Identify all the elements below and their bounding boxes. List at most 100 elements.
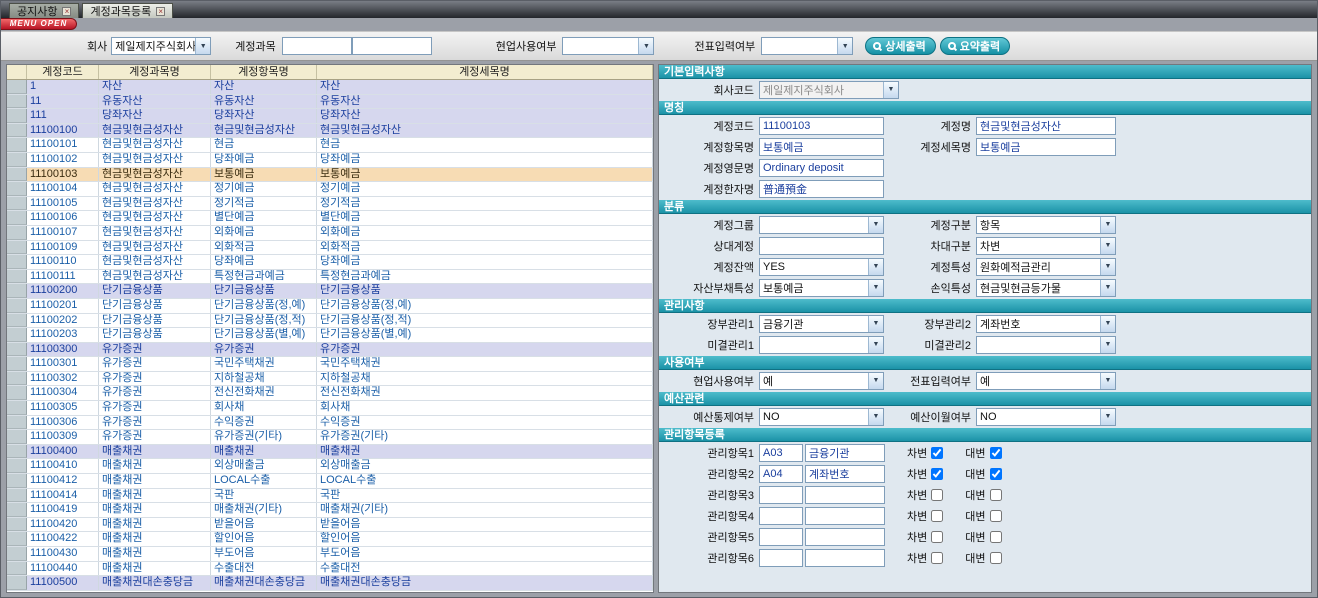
row-selector[interactable]: [7, 168, 27, 182]
row-selector[interactable]: [7, 182, 27, 196]
row-selector[interactable]: [7, 474, 27, 488]
row-selector[interactable]: [7, 211, 27, 225]
field-use-select[interactable]: ▼: [562, 37, 654, 55]
table-row[interactable]: 11100101현금및현금성자산현금현금: [7, 138, 653, 153]
row-selector[interactable]: [7, 197, 27, 211]
dropdown-arrow-icon[interactable]: ▼: [883, 82, 898, 98]
row-selector[interactable]: [7, 284, 27, 298]
row-selector[interactable]: [7, 416, 27, 430]
mgmt-item2-credit-checkbox[interactable]: [990, 468, 1002, 480]
tab-notice[interactable]: 공지사항 ×: [9, 3, 79, 18]
mgmt-item5-credit-checkbox[interactable]: [990, 531, 1002, 543]
company-select[interactable]: 제일제지주식회사 ▼: [111, 37, 211, 55]
row-selector[interactable]: [7, 138, 27, 152]
row-selector[interactable]: [7, 241, 27, 255]
column-header[interactable]: 계정세목명: [317, 65, 653, 79]
table-row[interactable]: 11100500매출채권대손충당금매출채권대손충당금매출채권대손충당금: [7, 576, 653, 591]
dropdown-arrow-icon[interactable]: ▼: [868, 259, 883, 275]
table-row[interactable]: 11100106현금및현금성자산별단예금별단예금: [7, 211, 653, 226]
mgmt-item3-credit-checkbox[interactable]: [990, 489, 1002, 501]
mgmt-item1-debit-checkbox[interactable]: [931, 447, 943, 459]
table-row[interactable]: 11100110현금및현금성자산당좌예금당좌예금: [7, 255, 653, 270]
row-selector[interactable]: [7, 80, 27, 94]
dropdown-arrow-icon[interactable]: ▼: [1100, 259, 1115, 275]
row-selector[interactable]: [7, 372, 27, 386]
table-row[interactable]: 11100304유가증권전신전화채권전신전화채권: [7, 386, 653, 401]
dropdown-arrow-icon[interactable]: ▼: [1100, 238, 1115, 254]
profit-loss-attribute-select[interactable]: 현금및현금등가물▼: [976, 279, 1116, 297]
account-english-name-input[interactable]: [759, 159, 884, 177]
row-selector[interactable]: [7, 226, 27, 240]
pending-mgmt1-select[interactable]: ▼: [759, 336, 884, 354]
mgmt-item5-name-input[interactable]: [805, 528, 885, 546]
table-row[interactable]: 11100200단기금융상품단기금융상품단기금융상품: [7, 284, 653, 299]
menu-open-button[interactable]: MENU OPEN: [1, 18, 77, 30]
account-code-filter-input[interactable]: [282, 37, 352, 55]
row-selector[interactable]: [7, 314, 27, 328]
mgmt-item4-code-input[interactable]: [759, 507, 803, 525]
column-header[interactable]: 계정코드: [27, 65, 99, 79]
account-group-select[interactable]: ▼: [759, 216, 884, 234]
row-selector[interactable]: [7, 386, 27, 400]
account-balance-select[interactable]: YES▼: [759, 258, 884, 276]
table-row[interactable]: 11100305유가증권회사채회사채: [7, 401, 653, 416]
row-selector[interactable]: [7, 328, 27, 342]
table-row[interactable]: 11100430매출채권부도어음부도어음: [7, 547, 653, 562]
table-row[interactable]: 11100400매출채권매출채권매출채권: [7, 445, 653, 460]
budget-control-yn-select[interactable]: NO▼: [759, 408, 884, 426]
account-class-select[interactable]: 항목▼: [976, 216, 1116, 234]
table-row[interactable]: 11100100현금및현금성자산현금및현금성자산현금및현금성자산: [7, 124, 653, 139]
pending-mgmt2-select[interactable]: ▼: [976, 336, 1116, 354]
asset-liability-attribute-select[interactable]: 보통예금▼: [759, 279, 884, 297]
budget-carryover-yn-select[interactable]: NO▼: [976, 408, 1116, 426]
mgmt-item2-name-input[interactable]: [805, 465, 885, 483]
row-selector[interactable]: [7, 503, 27, 517]
account-code-input[interactable]: [759, 117, 884, 135]
mgmt-item1-name-input[interactable]: [805, 444, 885, 462]
dropdown-arrow-icon[interactable]: ▼: [1100, 337, 1115, 353]
close-icon[interactable]: ×: [62, 7, 71, 16]
tab-account-registration[interactable]: 계정과목등록 ×: [82, 3, 173, 18]
mgmt-item3-name-input[interactable]: [805, 486, 885, 504]
row-selector[interactable]: [7, 430, 27, 444]
mgmt-item4-name-input[interactable]: [805, 507, 885, 525]
mgmt-item6-credit-checkbox[interactable]: [990, 552, 1002, 564]
table-row[interactable]: 11100410매출채권외상매출금외상매출금: [7, 459, 653, 474]
company-code-select[interactable]: 제일제지주식회사▼: [759, 81, 899, 99]
table-row[interactable]: 11100300유가증권유가증권유가증권: [7, 343, 653, 358]
dropdown-arrow-icon[interactable]: ▼: [195, 38, 210, 54]
table-row[interactable]: 11100201단기금융상품단기금융상품(정,예)단기금융상품(정,예): [7, 299, 653, 314]
dropdown-arrow-icon[interactable]: ▼: [1100, 373, 1115, 389]
dropdown-arrow-icon[interactable]: ▼: [868, 337, 883, 353]
table-row[interactable]: 11100102현금및현금성자산당좌예금당좌예금: [7, 153, 653, 168]
table-row[interactable]: 11100302유가증권지하철공채지하철공채: [7, 372, 653, 387]
table-row[interactable]: 11100202단기금융상품단기금융상품(정,적)단기금융상품(정,적): [7, 314, 653, 329]
row-selector[interactable]: [7, 401, 27, 415]
row-selector[interactable]: [7, 270, 27, 284]
mgmt-item5-code-input[interactable]: [759, 528, 803, 546]
mgmt-item3-code-input[interactable]: [759, 486, 803, 504]
table-row[interactable]: 11100105현금및현금성자산정기적금정기적금: [7, 197, 653, 212]
account-hanja-name-input[interactable]: [759, 180, 884, 198]
dropdown-arrow-icon[interactable]: ▼: [868, 409, 883, 425]
summary-print-button[interactable]: 요약출력: [940, 37, 1010, 55]
mgmt-item4-debit-checkbox[interactable]: [931, 510, 943, 522]
row-selector[interactable]: [7, 518, 27, 532]
dropdown-arrow-icon[interactable]: ▼: [868, 316, 883, 332]
ledger-mgmt2-select[interactable]: 계좌번호▼: [976, 315, 1116, 333]
mgmt-item6-code-input[interactable]: [759, 549, 803, 567]
row-selector[interactable]: [7, 576, 27, 590]
account-attribute-select[interactable]: 원화예적금관리▼: [976, 258, 1116, 276]
field-use-yn-select[interactable]: 예▼: [759, 372, 884, 390]
account-detail-name-input[interactable]: [976, 138, 1116, 156]
table-row[interactable]: 11유동자산유동자산유동자산: [7, 95, 653, 110]
table-row[interactable]: 11100104현금및현금성자산정기예금정기예금: [7, 182, 653, 197]
row-selector[interactable]: [7, 124, 27, 138]
dropdown-arrow-icon[interactable]: ▼: [837, 38, 852, 54]
dropdown-arrow-icon[interactable]: ▼: [1100, 409, 1115, 425]
dropdown-arrow-icon[interactable]: ▼: [1100, 316, 1115, 332]
row-selector[interactable]: [7, 343, 27, 357]
slip-entry-select[interactable]: ▼: [761, 37, 853, 55]
row-selector[interactable]: [7, 299, 27, 313]
mgmt-item6-name-input[interactable]: [805, 549, 885, 567]
